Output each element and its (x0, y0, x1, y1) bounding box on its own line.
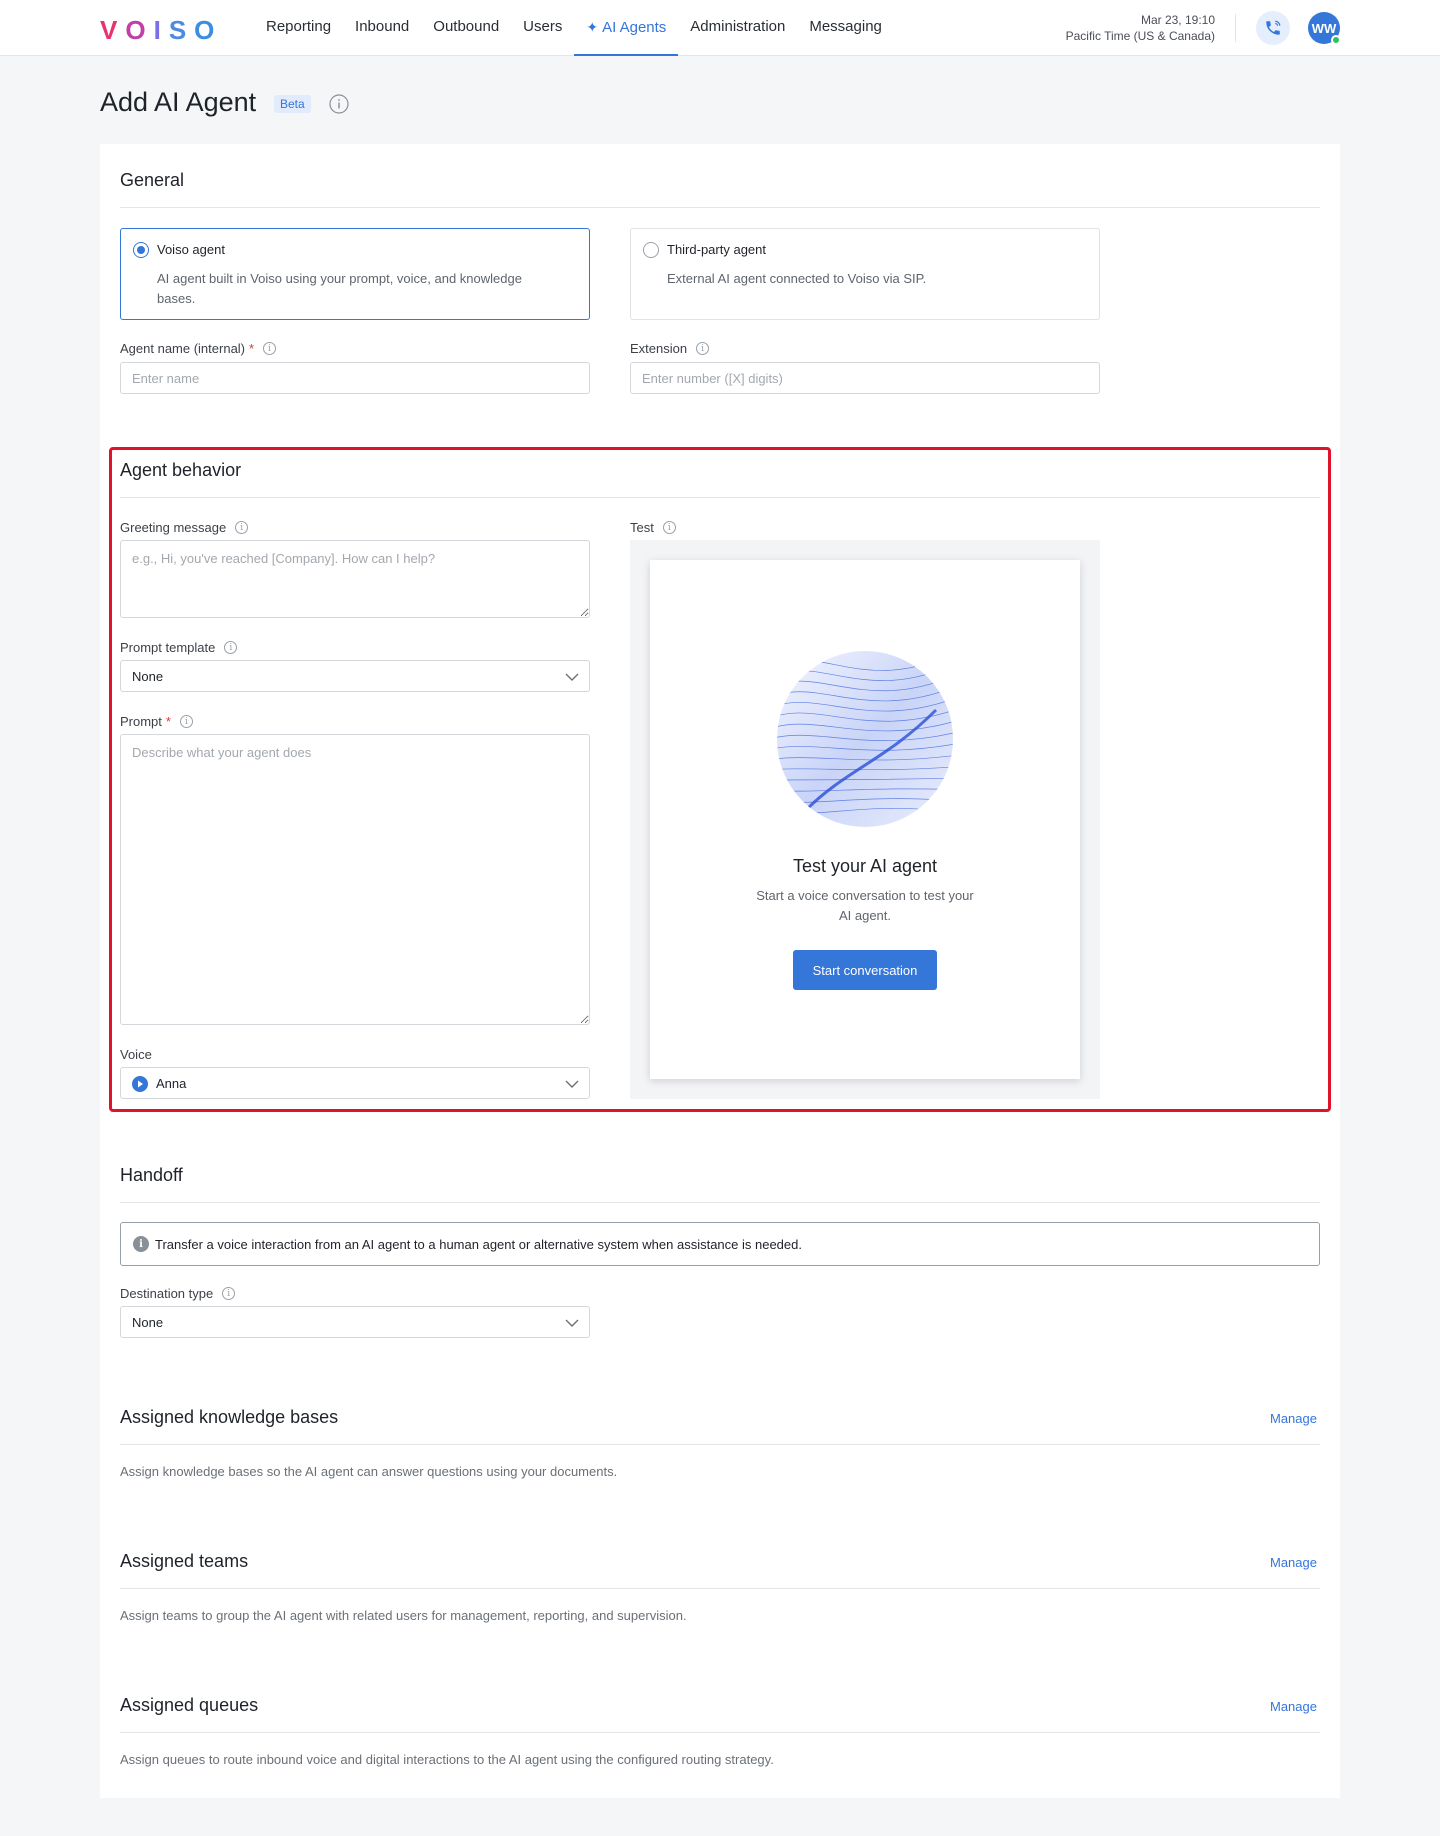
nav-ai-agents-label: AI Agents (602, 19, 667, 36)
agent-name-label: Agent name (internal) * i (120, 341, 277, 356)
destination-type-value: None (132, 1315, 164, 1330)
knowledge-bases-title: Assigned knowledge bases (120, 1407, 339, 1427)
third-party-agent-title: Third-party agent (667, 242, 766, 257)
nav-messaging[interactable]: Messaging (797, 0, 894, 56)
manage-queues-link[interactable]: Manage (1270, 1699, 1317, 1714)
third-party-agent-desc: External AI agent connected to Voiso via… (667, 271, 927, 286)
online-status-dot (1331, 35, 1341, 45)
extension-input[interactable] (630, 362, 1100, 394)
beta-badge: Beta (274, 95, 311, 113)
manage-knowledge-bases-link[interactable]: Manage (1270, 1411, 1317, 1426)
voiso-agent-desc: AI agent built in Voiso using your promp… (157, 271, 522, 306)
third-party-agent-radio[interactable] (643, 242, 659, 258)
top-header: VOISO Reporting Inbound Outbound Users ✦… (0, 0, 1440, 56)
page-title: Add AI Agent (100, 87, 257, 117)
section-divider (120, 207, 1320, 208)
nav-users[interactable]: Users (511, 0, 574, 56)
nav-ai-agents[interactable]: ✦ AI Agents (574, 0, 679, 56)
required-marker: * (249, 341, 255, 356)
agent-behavior-highlight-box (109, 447, 1331, 1112)
handoff-notice-text: Transfer a voice interaction from an AI … (155, 1236, 802, 1252)
knowledge-bases-desc: Assign knowledge bases so the AI agent c… (120, 1464, 618, 1479)
manage-teams-link[interactable]: Manage (1270, 1555, 1317, 1570)
voiso-logo[interactable]: VOISO (100, 15, 222, 46)
phone-button[interactable] (1256, 11, 1290, 45)
sparkle-icon: ✦ (586, 19, 599, 35)
nav-inbound[interactable]: Inbound (343, 0, 421, 56)
info-icon[interactable]: i (696, 342, 710, 355)
chevron-down-icon (565, 1319, 579, 1327)
section-divider (120, 1732, 1320, 1733)
teams-desc: Assign teams to group the AI agent with … (120, 1608, 687, 1623)
info-icon: i (133, 1236, 149, 1252)
nav-reporting[interactable]: Reporting (254, 0, 343, 56)
header-divider (1235, 14, 1236, 42)
nav-administration[interactable]: Administration (678, 0, 797, 56)
header-date: Mar 23, 19:10 (1140, 13, 1215, 27)
info-icon[interactable]: i (222, 1287, 236, 1300)
general-title: General (120, 170, 185, 190)
voiso-agent-option[interactable]: Voiso agent AI agent built in Voiso usin… (120, 228, 590, 320)
section-divider (120, 1202, 1320, 1203)
phone-icon (1266, 20, 1281, 35)
nav-outbound[interactable]: Outbound (421, 0, 511, 56)
third-party-agent-option[interactable]: Third-party agent External AI agent conn… (630, 228, 1100, 320)
section-divider (120, 1588, 1320, 1589)
queues-title: Assigned queues (120, 1695, 259, 1715)
info-icon[interactable] (329, 94, 349, 114)
extension-label: Extension i (630, 341, 710, 356)
header-timezone: Pacific Time (US & Canada) (1065, 29, 1215, 43)
agent-name-label-text: Agent name (internal) (120, 341, 246, 356)
info-icon[interactable]: i (263, 342, 277, 355)
extension-label-text: Extension (630, 341, 688, 356)
main-nav: Reporting Inbound Outbound Users ✦ AI Age… (254, 0, 894, 56)
destination-type-label-text: Destination type (120, 1286, 214, 1301)
agent-name-input[interactable] (120, 362, 590, 394)
header-datetime: Mar 23, 19:10 Pacific Time (US & Canada) (1066, 12, 1215, 44)
handoff-notice: i Transfer a voice interaction from an A… (120, 1222, 1320, 1266)
teams-title: Assigned teams (120, 1551, 249, 1571)
voiso-agent-radio[interactable] (133, 242, 149, 258)
handoff-title: Handoff (120, 1165, 183, 1185)
voiso-agent-title: Voiso agent (157, 242, 225, 257)
destination-type-select[interactable]: None (120, 1306, 590, 1338)
section-divider (120, 1444, 1320, 1445)
queues-desc: Assign queues to route inbound voice and… (120, 1752, 774, 1767)
destination-type-label: Destination type i (120, 1286, 236, 1301)
